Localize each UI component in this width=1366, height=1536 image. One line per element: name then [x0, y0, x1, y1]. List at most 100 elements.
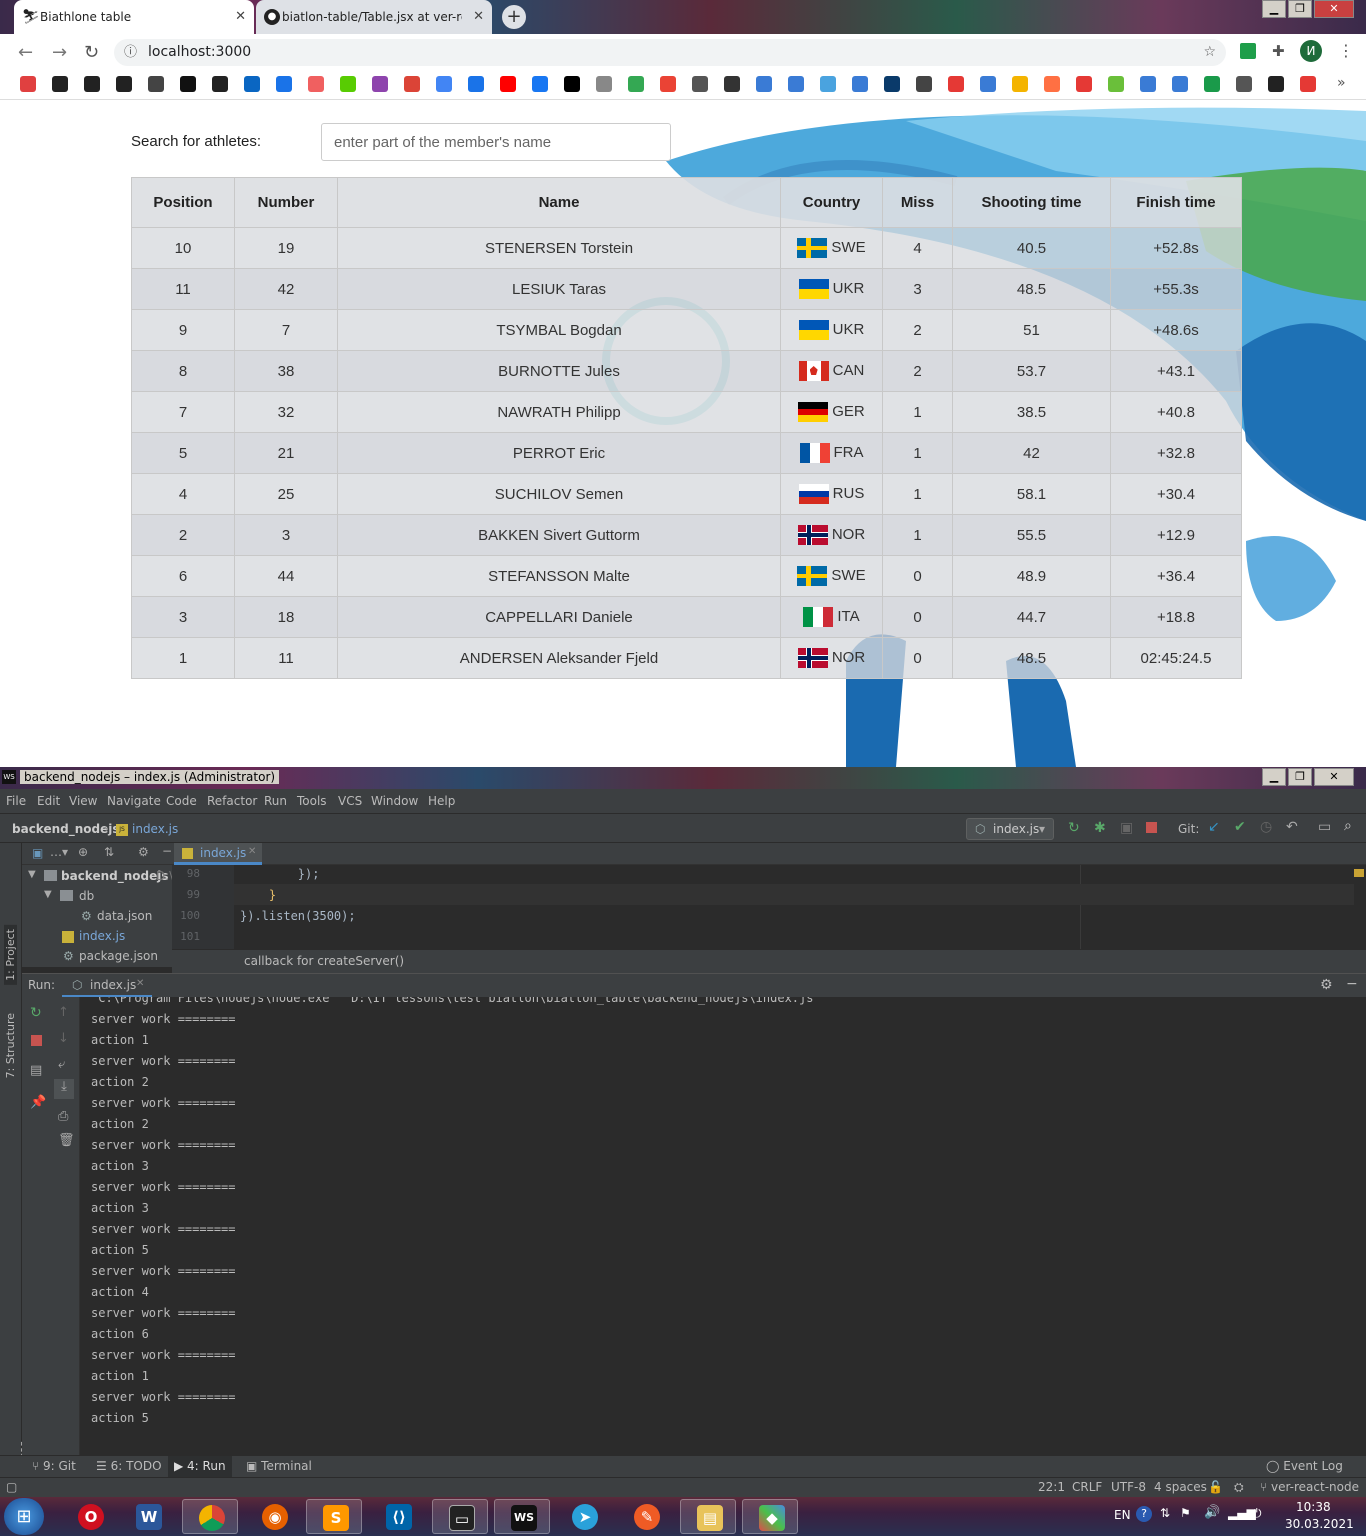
menu-window[interactable]: Window [371, 794, 418, 808]
forward-icon[interactable]: → [52, 42, 67, 63]
bookmark-icon[interactable] [1140, 76, 1156, 92]
project-view-icon[interactable]: ▣ [32, 846, 43, 860]
ide-close-button[interactable]: ✕ [1314, 768, 1354, 786]
bookmark-icon[interactable] [1172, 76, 1188, 92]
code-editor[interactable]: 98 99 100 101 }); }}).listen(3500); [172, 865, 1366, 949]
run-tool-tab[interactable]: ▶ 4: Run [168, 1456, 232, 1478]
bookmark-icon[interactable] [212, 76, 228, 92]
more-bookmarks-icon[interactable]: » [1337, 75, 1346, 91]
bookmark-icon[interactable] [756, 76, 772, 92]
header-shooting-time[interactable]: Shooting time [952, 177, 1111, 228]
bookmark-icon[interactable] [148, 76, 164, 92]
bookmark-icon[interactable] [884, 76, 900, 92]
presentation-icon[interactable]: ▭ [1318, 819, 1331, 835]
bookmark-icon[interactable] [500, 76, 516, 92]
bookmark-icon[interactable] [692, 76, 708, 92]
bookmark-icon[interactable] [404, 76, 420, 92]
editor-tab-index-js[interactable]: index.js ✕ [174, 843, 262, 865]
run-console-output[interactable]: "C:\Program Files\nodejs\node.exe" "D:\I… [80, 997, 1366, 1455]
taskbar-app[interactable]: ◆ [742, 1499, 798, 1534]
stop-icon[interactable] [1146, 822, 1157, 833]
menu-code[interactable]: Code [166, 794, 197, 808]
menu-navigate[interactable]: Navigate [107, 794, 161, 808]
bookmark-icon[interactable] [372, 76, 388, 92]
minimize-button[interactable]: ▁ [1262, 0, 1286, 18]
taskbar-firefox[interactable]: ◉ [246, 1499, 302, 1534]
soft-wrap-icon[interactable]: ⤶ [58, 1057, 65, 1072]
maximize-button[interactable]: ❐ [1288, 0, 1312, 18]
coverage-icon[interactable]: ▣ [1120, 820, 1133, 836]
taskbar-webstorm[interactable]: WS [494, 1499, 550, 1534]
tree-item-data-json[interactable]: data.json [97, 909, 152, 923]
close-tab-icon[interactable]: ✕ [136, 978, 144, 989]
pin-icon[interactable]: 📌 [30, 1095, 46, 1110]
layout-icon[interactable]: ▤ [30, 1063, 42, 1078]
menu-vcs[interactable]: VCS [338, 794, 362, 808]
clock-time[interactable]: 10:38 [1296, 1500, 1331, 1514]
taskbar-vscode[interactable]: ⟨⟩ [370, 1499, 426, 1534]
new-tab-button[interactable]: + [502, 5, 526, 29]
bookmark-icon[interactable] [948, 76, 964, 92]
extension-icon[interactable] [1240, 43, 1256, 59]
settings-gear-icon[interactable]: ⚙ [138, 845, 149, 859]
bookmark-icon[interactable] [980, 76, 996, 92]
stop-icon[interactable] [31, 1035, 42, 1046]
indent-setting[interactable]: 4 spaces [1154, 1480, 1207, 1494]
header-miss[interactable]: Miss [882, 177, 953, 228]
ide-maximize-button[interactable]: ❐ [1288, 768, 1312, 786]
help-icon[interactable]: ? [1136, 1506, 1152, 1522]
menu-edit[interactable]: Edit [37, 794, 60, 808]
expand-arrow-icon[interactable]: ▼ [28, 869, 36, 880]
close-tab-icon[interactable]: ✕ [235, 9, 246, 24]
volume-icon[interactable]: 🔊 [1204, 1505, 1220, 1520]
taskbar-sublime[interactable]: S [306, 1499, 362, 1534]
hide-panel-icon[interactable]: − [162, 844, 172, 858]
close-tab-icon[interactable]: ✕ [473, 9, 484, 24]
omnibox[interactable]: ⓘ localhost:3000 ☆ [114, 39, 1226, 66]
todo-tool-tab[interactable]: ☰ 6: TODO [96, 1459, 162, 1473]
file-encoding[interactable]: UTF-8 [1111, 1480, 1146, 1494]
bookmark-icon[interactable] [1108, 76, 1124, 92]
header-number[interactable]: Number [234, 177, 338, 228]
taskbar-chrome[interactable] [182, 1499, 238, 1534]
structure-tool-tab[interactable]: 7: Structure [4, 1013, 17, 1078]
inspector-icon[interactable]: ⛭ [1234, 1480, 1244, 1495]
bookmark-icon[interactable] [244, 76, 260, 92]
tree-item-db[interactable]: db [79, 889, 94, 903]
bookmark-icon[interactable] [564, 76, 580, 92]
profile-avatar[interactable]: И [1300, 40, 1322, 62]
taskbar-postman[interactable]: ✎ [618, 1499, 674, 1534]
bookmark-icon[interactable] [20, 76, 36, 92]
menu-help[interactable]: Help [428, 794, 455, 808]
bookmark-icon[interactable] [436, 76, 452, 92]
close-tab-icon[interactable]: ✕ [248, 846, 256, 857]
collapse-icon[interactable]: ⇅ [104, 845, 114, 859]
bookmark-icon[interactable] [916, 76, 932, 92]
clock-date[interactable]: 30.03.2021 [1285, 1517, 1354, 1531]
down-arrow-icon[interactable]: ↓ [58, 1031, 69, 1046]
header-name[interactable]: Name [337, 177, 781, 228]
taskbar-explorer[interactable]: ▤ [680, 1499, 736, 1534]
header-position[interactable]: Position [131, 177, 235, 228]
caret-position[interactable]: 22:1 [1038, 1480, 1065, 1494]
header-country[interactable]: Country [780, 177, 883, 228]
locate-icon[interactable]: ⊕ [78, 845, 88, 859]
reload-icon[interactable]: ↻ [84, 42, 99, 63]
close-window-button[interactable]: ✕ [1314, 0, 1354, 18]
site-info-icon[interactable]: ⓘ [124, 39, 137, 66]
bookmark-icon[interactable] [1012, 76, 1028, 92]
bookmark-icon[interactable] [308, 76, 324, 92]
search-everywhere-icon[interactable]: ⌕ [1344, 818, 1352, 834]
bookmark-icon[interactable] [180, 76, 196, 92]
nav-file[interactable]: index.js [132, 822, 178, 836]
terminal-tool-tab[interactable]: ▣ Terminal [246, 1459, 312, 1473]
bookmark-icon[interactable] [724, 76, 740, 92]
bookmark-icon[interactable] [276, 76, 292, 92]
bookmark-icon[interactable] [1044, 76, 1060, 92]
run-tab-index-js[interactable]: ⬡ index.js ✕ [62, 974, 152, 998]
bookmark-icon[interactable] [1268, 76, 1284, 92]
tree-root[interactable]: backend_nodejs [61, 869, 169, 883]
menu-refactor[interactable]: Refactor [207, 794, 257, 808]
debug-icon[interactable]: ✱ [1094, 820, 1106, 836]
git-commit-icon[interactable]: ✔ [1234, 819, 1246, 835]
